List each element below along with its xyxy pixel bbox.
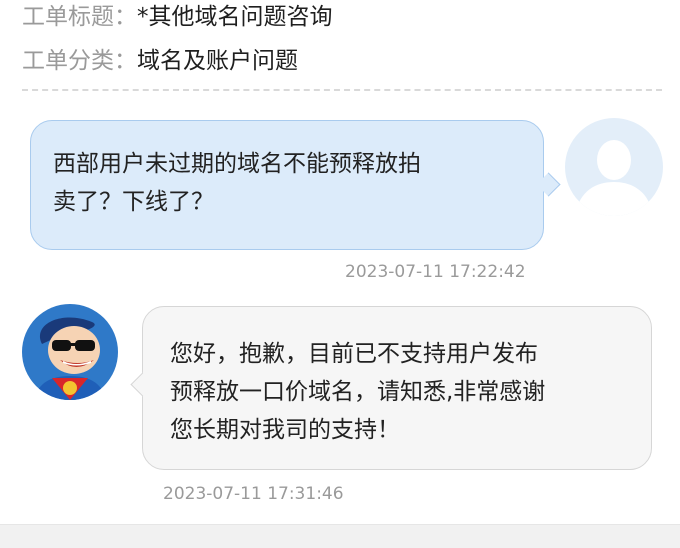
user-message-bubble[interactable]: 西部用户未过期的域名不能预释放拍 卖了？下线了？: [30, 120, 544, 250]
message-line: 卖了？下线了？: [53, 189, 214, 215]
dashed-divider: [22, 89, 662, 91]
message-line: 西部用户未过期的域名不能预释放拍: [53, 151, 421, 177]
support-reply-bubble[interactable]: 您好，抱歉，目前已不支持用户发布 预释放一口价域名，请知悉,非常感谢 您长期对我…: [142, 306, 652, 470]
ticket-title-label: 工单标题：: [22, 4, 137, 30]
user-avatar-icon[interactable]: [565, 118, 663, 216]
message-timestamp: 2023-07-11 17:22:42: [345, 262, 526, 282]
ticket-title-row: 工单标题：*其他域名问题咨询: [22, 2, 333, 32]
support-avatar-icon[interactable]: [22, 304, 118, 400]
message-timestamp: 2023-07-11 17:31:46: [163, 484, 344, 504]
ticket-category-label: 工单分类：: [22, 48, 137, 74]
bottom-input-bar: [0, 524, 680, 548]
message-line: 预释放一口价域名，请知悉,非常感谢: [170, 379, 546, 405]
ticket-category-row: 工单分类：域名及账户问题: [22, 46, 298, 76]
message-line: 您长期对我司的支持！: [170, 417, 400, 443]
message-line: 您好，抱歉，目前已不支持用户发布: [170, 341, 538, 367]
ticket-category-value: 域名及账户问题: [137, 48, 298, 74]
ticket-title-value: *其他域名问题咨询: [137, 4, 333, 30]
